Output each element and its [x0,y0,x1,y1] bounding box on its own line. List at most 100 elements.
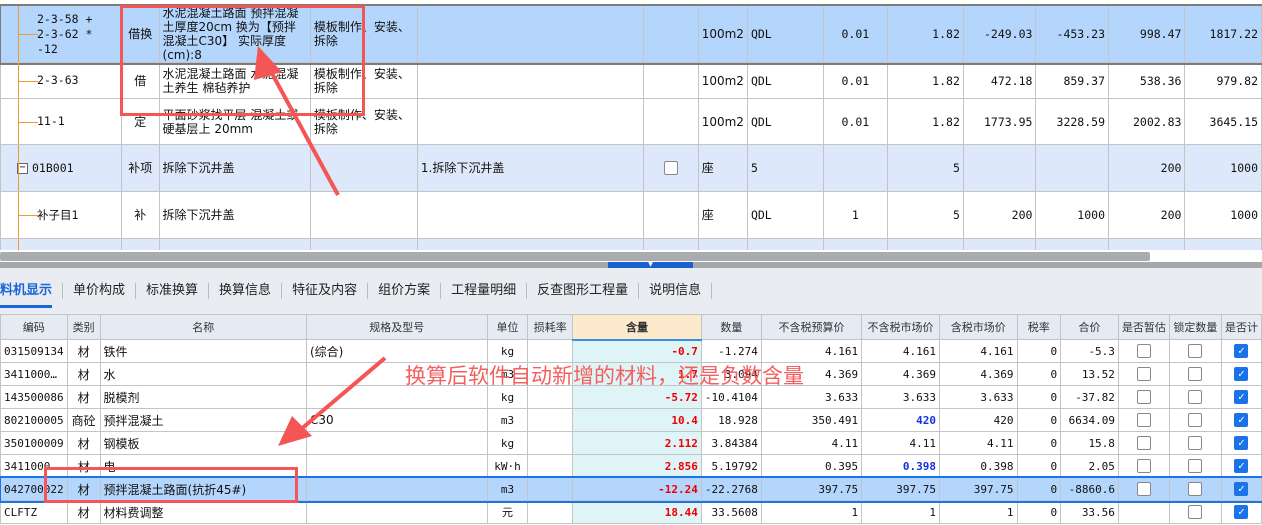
column-header[interactable]: 是否暂估 [1117,314,1170,340]
item-row[interactable]: −01B001 补项 拆除下沉井盖 1.拆除下沉井盖 座 5 5 200 100… [0,144,1262,192]
lock-quantity-checkbox[interactable] [1188,436,1203,450]
estimate-checkbox[interactable] [1136,344,1151,358]
lock-quantity-checkbox[interactable] [1188,505,1203,519]
material-row[interactable]: 3411000… 材 电 kW·h 2.856 5.19792 0.395 0.… [0,454,1262,478]
include-checkbox[interactable]: ✓ [1234,367,1249,381]
estimate-cell[interactable] [1117,385,1170,409]
market-price[interactable]: 3.633 [861,385,940,409]
column-header[interactable]: 数量 [700,314,762,340]
tab-5[interactable]: 组价方案 [368,283,442,299]
loss-rate[interactable] [527,431,574,455]
include-checkbox[interactable]: ✓ [1234,505,1249,519]
column-header[interactable]: 单位 [486,314,529,340]
item-row[interactable]: 2-3-58 + 2-3-62 * -12 借换 水泥混凝土路面 预拌混凝土厚度… [0,3,1262,65]
checkbox-cell[interactable] [642,238,699,250]
horizontal-scrollbar[interactable] [0,250,1262,262]
calc-cell[interactable]: ✓ [1220,431,1262,455]
tab-2[interactable]: 标准换算 [136,283,210,299]
lock-cell[interactable] [1168,408,1222,432]
calc-cell[interactable]: ✓ [1220,408,1262,432]
lock-quantity-checkbox[interactable] [1188,367,1203,381]
lock-cell[interactable] [1168,454,1222,478]
lock-cell[interactable] [1168,431,1222,455]
calc-cell[interactable]: ✓ [1220,362,1262,386]
material-row[interactable]: 350100009 材 钢模板 kg 2.112 3.84384 4.11 4.… [0,431,1262,455]
tab-6[interactable]: 工程量明细 [441,283,528,299]
item-row[interactable]: 2-3-63 借 水泥混凝土路面 水泥混凝土养生 棉毡养护 模板制作、安装、拆除… [0,62,1262,99]
item-row[interactable]: 补子目1 补 拆除下沉井盖 座 QDL 1 5 200 1000 200 100… [0,191,1262,239]
checkbox-cell[interactable] [642,144,699,192]
tab-8[interactable]: 说明信息 [639,283,713,299]
lock-cell[interactable] [1168,339,1222,363]
lock-quantity-checkbox[interactable] [1188,390,1203,404]
estimate-cell[interactable] [1117,500,1170,524]
column-header[interactable]: 不含税市场价 [861,314,940,340]
estimate-cell[interactable] [1117,454,1170,478]
column-header[interactable]: 规格及型号 [305,314,488,340]
loss-rate[interactable] [527,454,574,478]
column-header[interactable]: 损耗率 [527,314,574,340]
calc-cell[interactable]: ✓ [1220,477,1262,501]
checkbox-cell[interactable] [642,62,699,99]
lock-cell[interactable] [1168,362,1222,386]
estimate-checkbox[interactable] [1136,390,1151,404]
column-header[interactable]: 不含税预算价 [760,314,863,340]
lock-cell[interactable] [1168,385,1222,409]
calc-cell[interactable]: ✓ [1220,339,1262,363]
lock-cell[interactable] [1168,500,1222,524]
tab-4[interactable]: 特征及内容 [282,283,369,299]
column-header[interactable]: 锁定数量 [1168,314,1222,340]
checkbox[interactable] [663,161,678,176]
column-header[interactable]: 是否计 [1220,314,1262,340]
market-price[interactable]: 1 [861,500,940,524]
market-price[interactable]: 4.11 [861,431,940,455]
item-row[interactable]: −010512008001 项 井盖 1.重新安装井盖 套 5 5 782.7 … [0,238,1262,250]
calc-cell[interactable]: ✓ [1220,385,1262,409]
market-price[interactable]: 0.398 [861,454,940,478]
estimate-cell[interactable] [1117,362,1170,386]
market-price[interactable]: 397.75 [861,477,940,501]
column-header[interactable]: 编码 [0,314,68,340]
estimate-cell[interactable] [1117,477,1170,501]
column-header[interactable]: 含量 [572,314,702,341]
tab-1[interactable]: 单价构成 [63,283,137,299]
tab-3[interactable]: 换算信息 [209,283,283,299]
estimate-cell[interactable] [1117,431,1170,455]
include-checkbox[interactable]: ✓ [1234,436,1249,450]
tab-7[interactable]: 反查图形工程量 [527,283,640,299]
column-header[interactable]: 含税市场价 [938,314,1018,340]
estimate-cell[interactable] [1117,408,1170,432]
estimate-checkbox[interactable] [1136,367,1151,381]
estimate-checkbox[interactable] [1136,482,1151,496]
estimate-checkbox[interactable] [1136,413,1151,427]
loss-rate[interactable] [527,477,574,501]
column-header[interactable]: 类别 [66,314,101,340]
market-price[interactable]: 4.161 [861,339,940,363]
content-input[interactable]: 10.4 [572,408,702,432]
checkbox-cell[interactable] [642,5,699,63]
content-input[interactable]: 2.856 [572,454,702,478]
column-header[interactable]: 名称 [99,314,307,340]
lock-quantity-checkbox[interactable] [1188,413,1203,427]
calc-cell[interactable]: ✓ [1220,500,1262,524]
include-checkbox[interactable]: ✓ [1234,482,1249,496]
estimate-checkbox[interactable] [1136,436,1151,450]
include-checkbox[interactable]: ✓ [1234,459,1249,473]
column-header[interactable]: 税率 [1016,314,1062,340]
content-input[interactable]: 18.44 [572,500,702,524]
include-checkbox[interactable]: ✓ [1234,344,1249,358]
include-checkbox[interactable]: ✓ [1234,390,1249,404]
lock-quantity-checkbox[interactable] [1188,344,1203,358]
content-input[interactable]: -12.24 [572,477,702,501]
material-row[interactable]: 042700022 材 预拌混凝土路面(抗折45#) m3 -12.24 -22… [0,475,1262,503]
include-checkbox[interactable]: ✓ [1234,413,1249,427]
loss-rate[interactable] [527,408,574,432]
market-price[interactable]: 420 [861,408,940,432]
estimate-cell[interactable] [1117,339,1170,363]
item-row[interactable]: 11-1 定 平面砂浆找平层 混凝土或硬基层上 20mm 模板制作、安装、拆除 … [0,98,1262,145]
loss-rate[interactable] [527,500,574,524]
scrollbar-thumb[interactable] [0,252,1150,261]
lock-cell[interactable] [1168,477,1222,501]
column-header[interactable]: 合价 [1060,314,1119,340]
checkbox-cell[interactable] [642,191,699,239]
